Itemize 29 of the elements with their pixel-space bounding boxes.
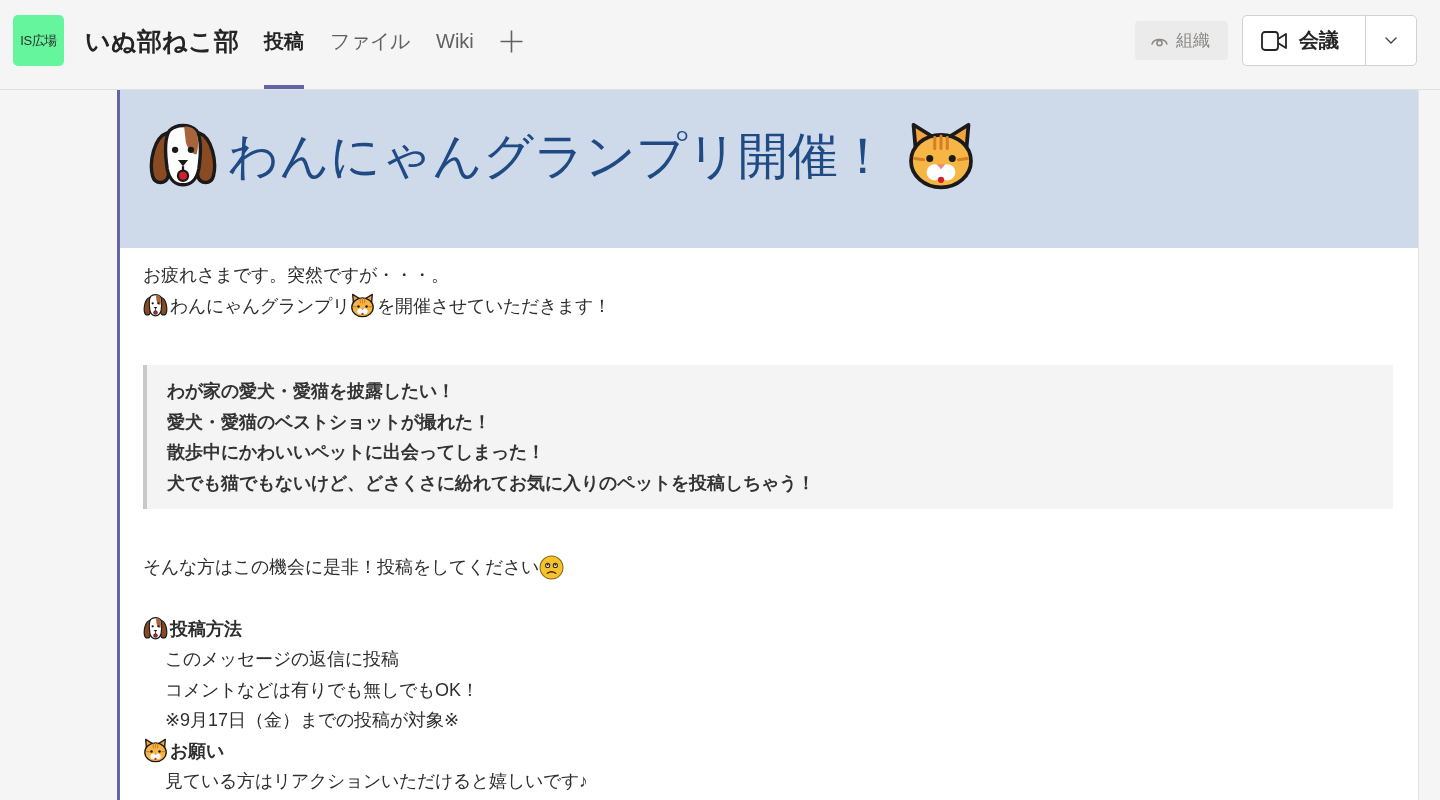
- team-name: いぬ部ねこ部: [85, 25, 239, 57]
- chevron-down-icon: [1385, 37, 1397, 44]
- cat-face-icon: [906, 121, 976, 191]
- message-text: 見ている方はリアクションいただけると嬉しいです♪: [164, 770, 588, 793]
- quote-line: わが家の愛犬・愛猫を披露したい！: [167, 380, 456, 403]
- team-avatar[interactable]: IS広場: [13, 15, 64, 66]
- banner-title: わんにゃんグランプリ開催！: [228, 127, 888, 186]
- section-heading: お願い: [170, 739, 224, 763]
- meeting-button[interactable]: 会議: [1242, 15, 1365, 66]
- quote-line: 愛犬・愛猫のベストショットが撮れた！: [167, 410, 492, 434]
- message-text: お疲れさまです。突然ですが・・・。: [143, 264, 449, 287]
- message-text: このメッセージの返信に投稿: [164, 648, 399, 671]
- message-text: コメントなどは有りでも無しでもOK！: [164, 678, 479, 702]
- tab[interactable]: Wiki: [436, 15, 474, 89]
- cat-face-icon: [143, 738, 168, 764]
- quote-line: 犬でも猫でもないけど、どさくさに紛れてお気に入りのペットを投稿しちゃう！: [167, 471, 816, 495]
- tab[interactable]: ファイル: [330, 15, 410, 89]
- message-text: ※9月17日（金）までの投稿が対象※: [164, 709, 460, 732]
- worried-face-icon: [539, 554, 564, 580]
- dog-face-icon: [143, 293, 168, 319]
- plus-icon: [499, 29, 523, 53]
- cat-face-icon: [350, 293, 375, 319]
- video-camera-icon: [1261, 30, 1287, 51]
- quote-line: 散歩中にかわいいペットに出会ってしまった！: [167, 441, 546, 464]
- section-heading: 投稿方法: [170, 617, 242, 641]
- dog-face-icon: [143, 616, 168, 642]
- message-text: を開催させていただきます！: [377, 294, 611, 318]
- message-text: わんにゃんグランプリ: [170, 294, 350, 318]
- message-text: そんな方はこの機会に是非！投稿をしてください: [143, 556, 539, 579]
